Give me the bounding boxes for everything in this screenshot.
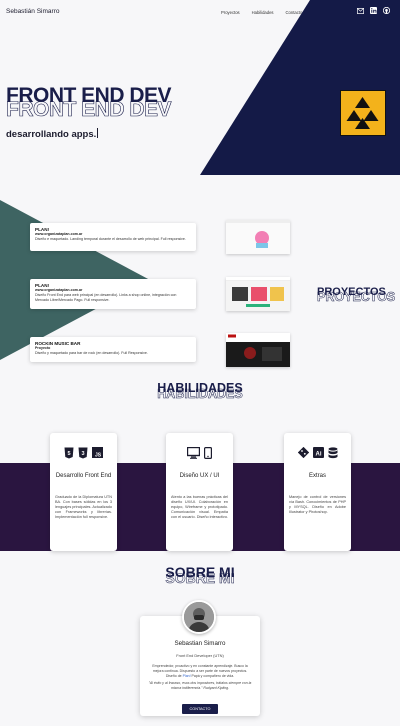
skill-card: Diseño UX / UI Atento a las buenas práct… — [166, 433, 233, 551]
skill-icons: 5 3 JS — [50, 447, 117, 459]
project-card[interactable]: ROCKIN MUSIC BAR Proyecto Diseño y maque… — [30, 337, 196, 362]
project-desc: Diseño e maquetado. Landing temporal dur… — [35, 237, 186, 241]
js-icon: JS — [92, 447, 103, 458]
skill-desc: Graduado de la Diplomatura UTN BA. Con b… — [55, 495, 112, 519]
skill-name: Desarrollo Front End — [55, 473, 112, 479]
plan-link[interactable]: Plan! — [183, 674, 191, 678]
project-card[interactable]: PLAN! www.organizataplan.com.ar Diseño e… — [30, 223, 196, 251]
mail-icon[interactable] — [357, 7, 364, 14]
skill-desc: Manejo de control de versiones vía Bash.… — [289, 495, 346, 514]
avatar — [182, 600, 216, 634]
skill-card: 5 3 JS Desarrollo Front End Graduado de … — [50, 433, 117, 551]
logo — [340, 90, 386, 136]
hero-title: FRONT END DEV — [6, 84, 172, 107]
about-bio: Emprendedor, proactivo y en constante ap… — [148, 664, 252, 678]
skill-icons — [166, 447, 233, 459]
about-bio-pre: Diseño de — [165, 673, 183, 678]
skill-icons: Ai — [284, 447, 351, 459]
html5-icon: 5 — [64, 447, 74, 459]
project-thumbnail[interactable] — [226, 220, 290, 254]
about-title: SOBRE MI — [165, 564, 235, 580]
skills-title: HABILIDADES — [157, 381, 243, 395]
illustrator-icon: Ai — [312, 447, 324, 458]
about-role: Front End Developer (UTN) — [176, 653, 224, 658]
project-desc: Diseño y maquetado para bar de rock (en … — [35, 351, 148, 355]
about-bio-line1: Emprendedor, proactivo y en constante ap… — [152, 664, 248, 673]
project-card[interactable]: PLAN! www.organizataplan.com.ar Diseño F… — [30, 279, 196, 309]
github-icon[interactable] — [383, 7, 390, 14]
project-thumbnail[interactable] — [226, 277, 290, 311]
triangles-logo-icon — [346, 97, 379, 129]
svg-text:JS: JS — [95, 453, 102, 459]
social-links — [357, 7, 390, 14]
desktop-icon — [187, 447, 200, 459]
hero-subtitle: desarrollando apps. — [6, 128, 99, 140]
svg-text:Ai: Ai — [315, 452, 321, 458]
skill-desc: Atento a las buenas prácticas del diseño… — [171, 495, 228, 519]
linkedin-icon[interactable] — [370, 7, 377, 14]
project-thumbnail[interactable] — [226, 333, 290, 367]
git-icon — [297, 447, 309, 458]
text-caret — [97, 128, 99, 138]
css3-icon: 3 — [78, 447, 88, 459]
database-icon — [328, 447, 337, 459]
mobile-icon — [204, 447, 212, 459]
project-desc: Diseño Front End para web principal (en … — [35, 293, 177, 302]
svg-text:5: 5 — [67, 451, 70, 457]
skill-card: Ai Extras Manejo de control de versiones… — [284, 433, 351, 551]
about-quote: "Al éxito y al fracaso, esos dos imposto… — [148, 681, 252, 691]
contact-button[interactable]: CONTACTO — [181, 703, 219, 714]
skill-name: Extras — [308, 473, 326, 479]
projects-title: PROYECTOS — [317, 286, 386, 298]
about-bio-post: Papá y compañero de vida. — [190, 673, 235, 678]
about-name: Sebastian Simarro — [174, 640, 226, 647]
svg-text:3: 3 — [81, 451, 84, 457]
skill-name: Diseño UX / UI — [179, 473, 220, 479]
